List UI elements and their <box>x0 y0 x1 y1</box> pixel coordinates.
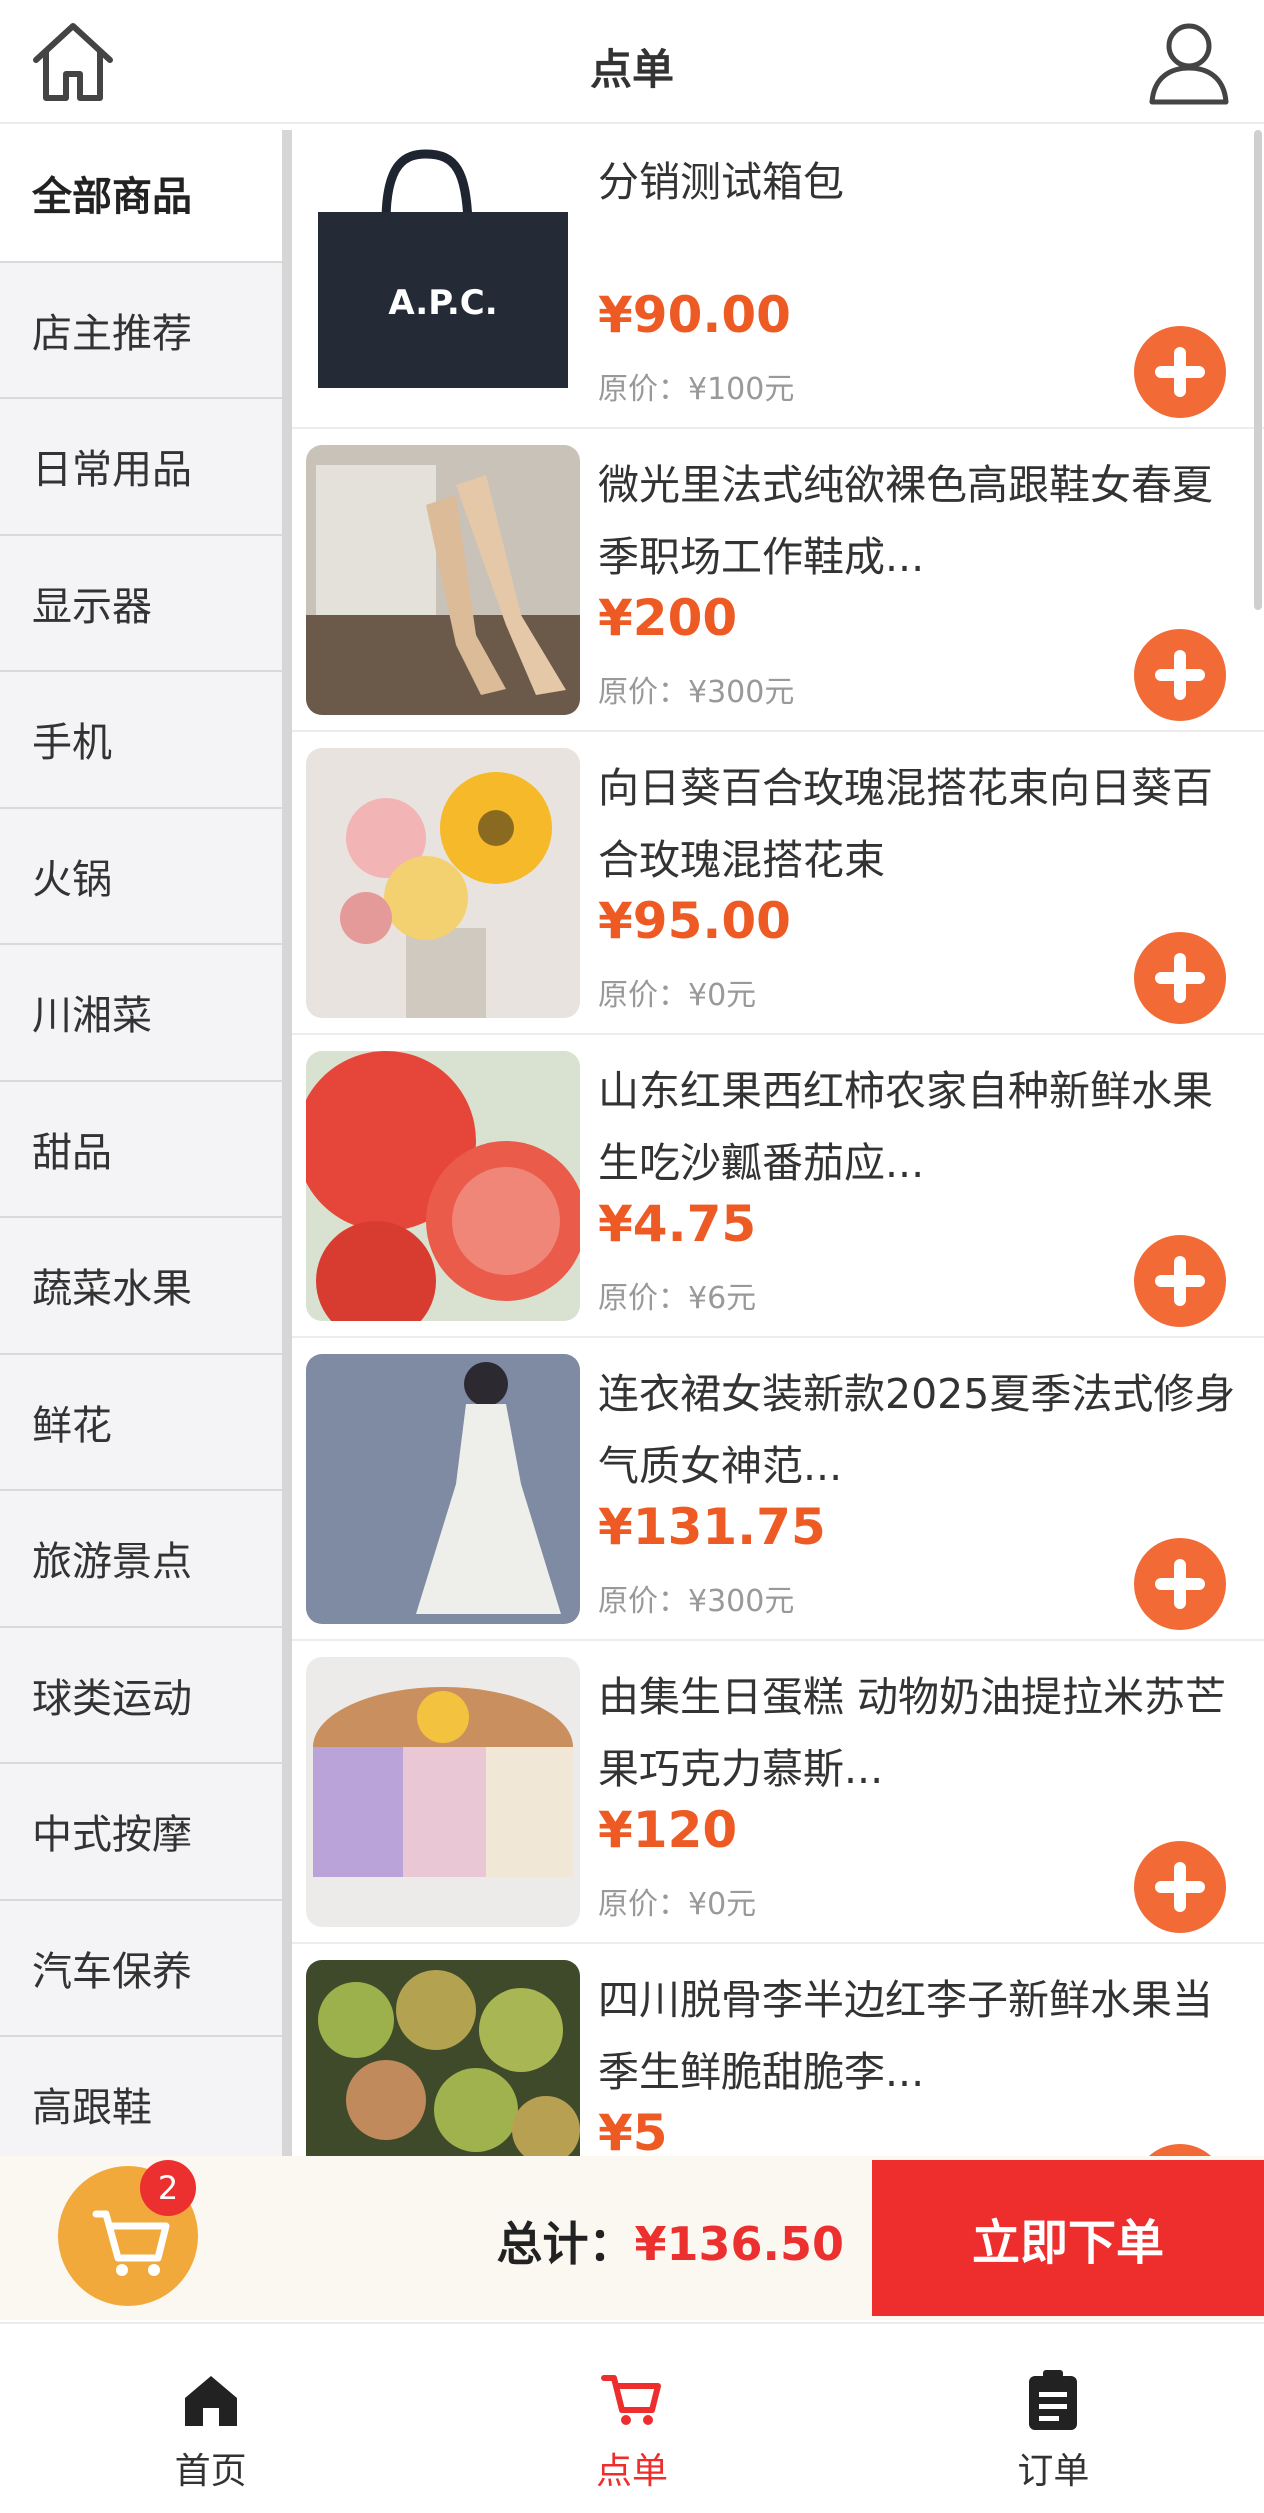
sidebar-item-all[interactable]: 全部商品 <box>0 126 282 263</box>
cart-bar: 2 总计：¥136.50 立即下单 <box>0 2156 1264 2320</box>
product-image-high-heels <box>306 445 580 715</box>
sidebar-item-sichuan[interactable]: 川湘菜 <box>0 945 282 1082</box>
product-original-price: 原价：¥6元 <box>598 1281 757 1316</box>
sidebar-item-produce[interactable]: 蔬菜水果 <box>0 1218 282 1355</box>
sidebar-item-daily[interactable]: 日常用品 <box>0 399 282 536</box>
product-item[interactable]: 向日葵百合玫瑰混搭花束向日葵百合玫瑰混搭花束 ¥95.00 原价：¥0元 <box>292 732 1264 1035</box>
product-item[interactable]: 连衣裙女装新款2025夏季法式修身气质女神范... ¥131.75 原价：¥30… <box>292 1338 1264 1641</box>
cart-total: 总计：¥136.50 <box>496 2208 844 2274</box>
product-name: 连衣裙女装新款2025夏季法式修身气质女神范... <box>598 1370 1236 1490</box>
product-name: 由集生日蛋糕 动物奶油提拉米苏芒果巧克力慕斯... <box>598 1673 1227 1793</box>
product-image-tote-bag: A.P.C. <box>306 142 580 412</box>
tab-order[interactable]: 点单 <box>421 2324 842 2513</box>
tab-label: 订单 <box>1017 2451 1090 2492</box>
sidebar-item-car[interactable]: 汽车保养 <box>0 1901 282 2037</box>
product-item[interactable]: A.P.C. 分销测试箱包 ¥90.00 原价：¥100元 <box>292 126 1264 429</box>
add-to-cart-button[interactable] <box>1134 1538 1226 1630</box>
product-price: ¥4.75 <box>598 1195 757 1253</box>
category-sidebar: 全部商品 店主推荐 日常用品 显示器 手机 火锅 川湘菜 甜品 蔬菜水果 鲜花 … <box>0 126 282 2156</box>
top-header: 点单 <box>0 0 1264 124</box>
sidebar-item-phone[interactable]: 手机 <box>0 672 282 809</box>
home-icon <box>184 2376 237 2426</box>
product-image-cake <box>306 1657 580 1927</box>
page-title: 点单 <box>589 45 674 94</box>
total-label: 总计： <box>496 2217 635 2271</box>
add-to-cart-button[interactable] <box>1134 932 1226 1024</box>
product-price: ¥90.00 <box>598 286 791 344</box>
sidebar-item-massage[interactable]: 中式按摩 <box>0 1764 282 1901</box>
sidebar-item-heels[interactable]: 高跟鞋 <box>0 2037 282 2156</box>
product-price: ¥131.75 <box>598 1498 826 1556</box>
product-name: 山东红果西红柿农家自种新鲜水果生吃沙瓤番茄应... <box>598 1067 1213 1187</box>
product-item[interactable]: 微光里法式纯欲裸色高跟鞋女春夏季职场工作鞋成... ¥200 原价：¥300元 <box>292 429 1264 732</box>
add-to-cart-button[interactable] <box>1134 326 1226 418</box>
tab-orders[interactable]: 订单 <box>843 2324 1264 2513</box>
add-to-cart-button[interactable] <box>1134 629 1226 721</box>
product-price: ¥120 <box>598 1801 738 1859</box>
clipboard-icon <box>1029 2370 1078 2430</box>
tab-label: 点单 <box>595 2451 668 2492</box>
product-image-tomatoes <box>306 1051 580 1321</box>
product-original-price: 原价：¥300元 <box>598 1584 795 1619</box>
cart-icon <box>600 2375 661 2425</box>
sidebar-item-hotpot[interactable]: 火锅 <box>0 809 282 945</box>
product-price: ¥5 <box>598 2104 668 2156</box>
product-item[interactable]: 四川脱骨李半边红李子新鲜水果当季生鲜脆甜脆李... ¥5 <box>292 1944 1264 2156</box>
add-to-cart-button[interactable] <box>1134 1235 1226 1327</box>
product-list: A.P.C. 分销测试箱包 ¥90.00 原价：¥100元 微光里法式纯欲裸色高… <box>292 126 1264 2156</box>
sidebar-item-travel[interactable]: 旅游景点 <box>0 1491 282 1628</box>
sidebar-item-sports[interactable]: 球类运动 <box>0 1628 282 1764</box>
sidebar-item-recommended[interactable]: 店主推荐 <box>0 263 282 399</box>
cart-count-badge: 2 <box>140 2160 196 2216</box>
tab-home[interactable]: 首页 <box>0 2324 421 2513</box>
product-scrollbar[interactable] <box>1254 130 1262 610</box>
checkout-button[interactable]: 立即下单 <box>872 2160 1264 2316</box>
product-item[interactable]: 由集生日蛋糕 动物奶油提拉米苏芒果巧克力慕斯... ¥120 原价：¥0元 <box>292 1641 1264 1944</box>
add-to-cart-button[interactable] <box>1134 1841 1226 1933</box>
product-image-plums <box>306 1960 580 2156</box>
tab-label: 首页 <box>174 2451 247 2492</box>
product-name: 微光里法式纯欲裸色高跟鞋女春夏季职场工作鞋成... <box>598 461 1213 581</box>
sidebar-item-dessert[interactable]: 甜品 <box>0 1082 282 1218</box>
product-item[interactable]: 山东红果西红柿农家自种新鲜水果生吃沙瓤番茄应... ¥4.75 原价：¥6元 <box>292 1035 1264 1338</box>
product-original-price: 原价：¥300元 <box>598 675 795 710</box>
product-image-dress <box>306 1354 580 1624</box>
product-price: ¥200 <box>598 589 738 647</box>
product-image-flower-bouquet <box>306 748 580 1018</box>
sidebar-item-flowers[interactable]: 鲜花 <box>0 1355 282 1491</box>
product-original-price: 原价：¥0元 <box>598 1887 757 1922</box>
product-original-price: 原价：¥100元 <box>598 372 795 407</box>
total-amount: ¥136.50 <box>634 2217 844 2271</box>
product-name: 四川脱骨李半边红李子新鲜水果当季生鲜脆甜脆李... <box>598 1976 1213 2096</box>
user-icon[interactable] <box>1144 16 1234 106</box>
product-name: 分销测试箱包 <box>598 158 844 206</box>
sidebar-item-monitor[interactable]: 显示器 <box>0 536 282 672</box>
bottom-tab-bar: 首页 点单 订单 <box>0 2322 1264 2513</box>
product-name: 向日葵百合玫瑰混搭花束向日葵百合玫瑰混搭花束 <box>598 764 1213 884</box>
sidebar-scrollbar[interactable] <box>282 130 292 2156</box>
product-price: ¥95.00 <box>598 892 791 950</box>
product-original-price: 原价：¥0元 <box>598 978 757 1013</box>
svg-text:A.P.C.: A.P.C. <box>388 283 497 323</box>
add-to-cart-button[interactable] <box>1134 2144 1226 2156</box>
